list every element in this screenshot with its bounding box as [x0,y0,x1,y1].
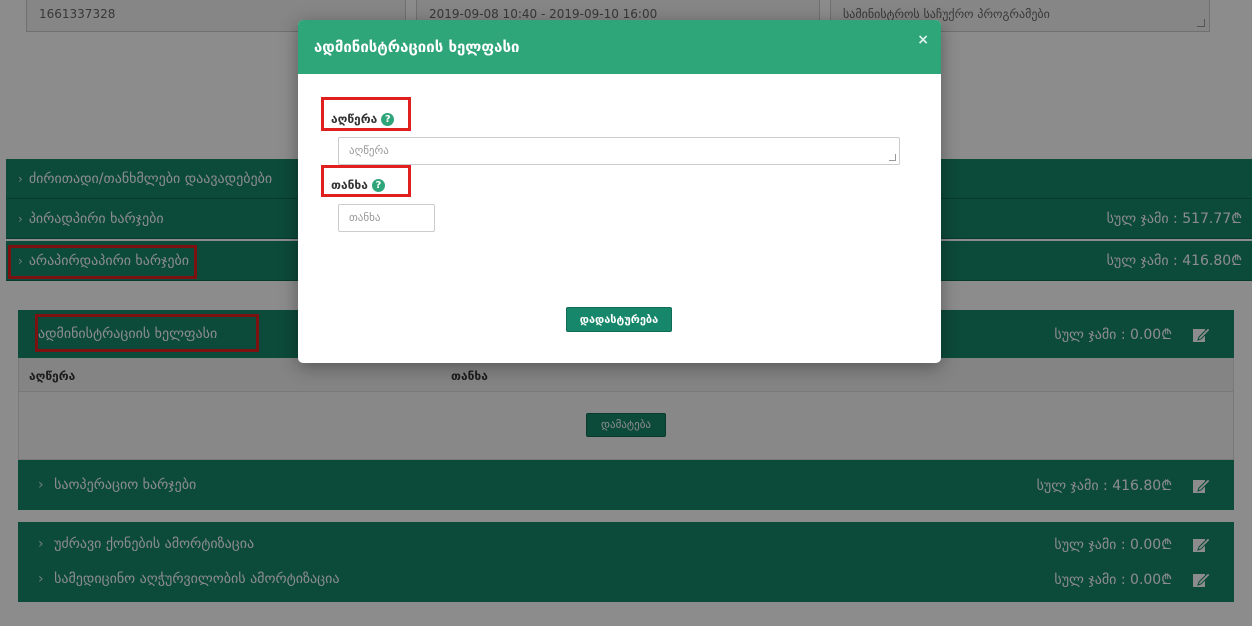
page: 1661337328 2019-09-08 10:40 - 2019-09-10… [0,0,1252,626]
amount-label-text: თანხა [331,178,368,192]
close-icon[interactable]: × [917,32,929,48]
description-label-text: აღწერა [331,112,378,126]
confirm-button[interactable]: დადასტურება [566,307,672,332]
description-input[interactable]: აღწერა [338,137,900,165]
question-circle-icon[interactable]: ? [371,178,385,192]
description-label: აღწერა ? [331,112,395,126]
modal-header: ადმინისტრაციის ხელფასი × [298,20,941,74]
description-placeholder: აღწერა [349,144,389,157]
admin-salary-modal: ადმინისტრაციის ხელფასი × აღწერა ? აღწერა… [298,20,941,363]
amount-input[interactable]: თანხა [338,204,435,232]
question-circle-icon[interactable]: ? [381,112,395,126]
amount-placeholder: თანხა [349,211,381,224]
amount-label: თანხა ? [331,178,385,192]
modal-title: ადმინისტრაციის ხელფასი [314,38,520,56]
